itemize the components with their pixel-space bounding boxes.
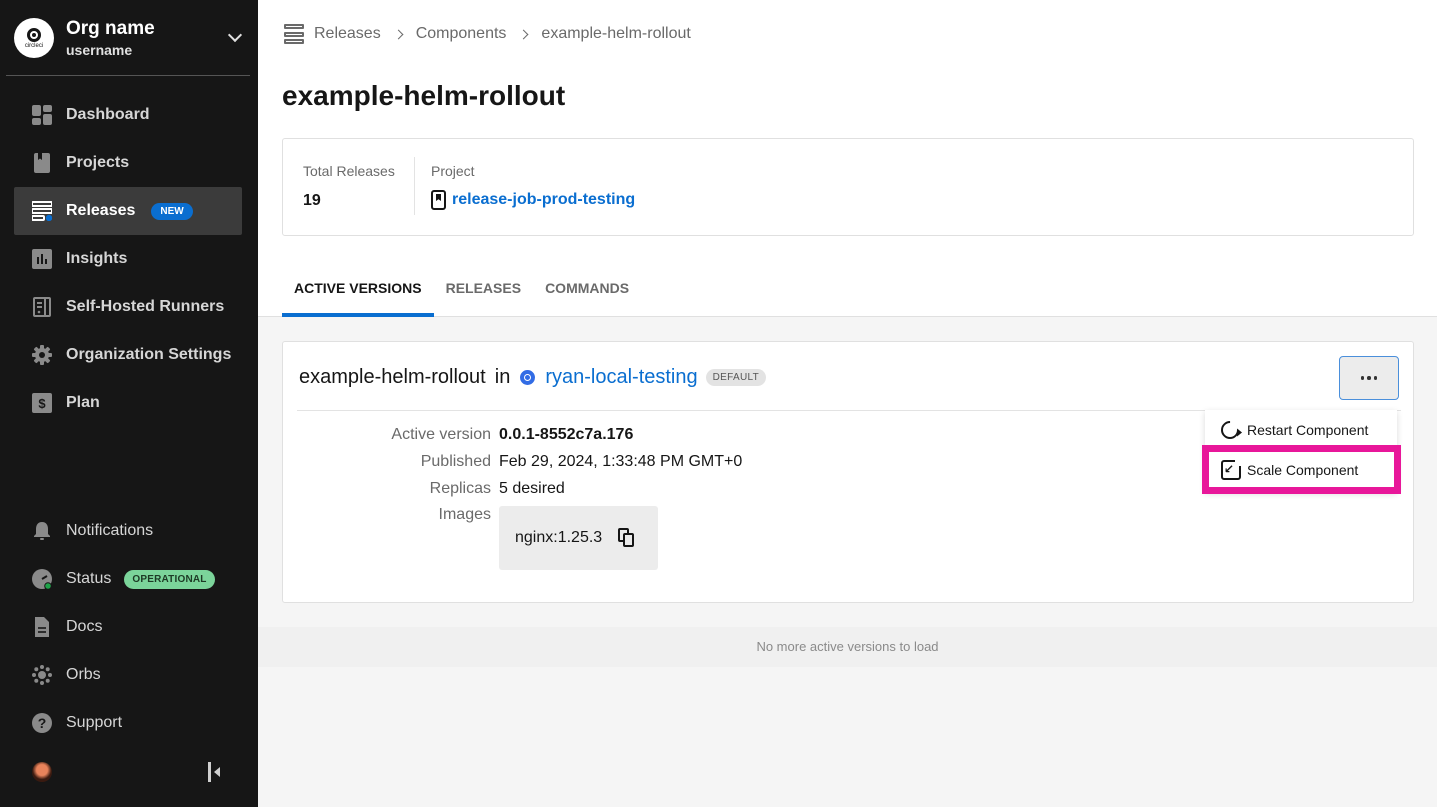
- restart-icon: [1217, 417, 1243, 443]
- runners-icon: [32, 297, 52, 317]
- sidebar-item-label: Docs: [66, 618, 103, 635]
- org-name: Org name: [66, 18, 155, 39]
- no-more-versions-message: No more active versions to load: [258, 627, 1437, 667]
- sidebar-item-orbs[interactable]: Orbs: [14, 651, 242, 699]
- sidebar-item-label: Orbs: [66, 666, 101, 683]
- sidebar-item-dashboard[interactable]: Dashboard: [14, 91, 242, 139]
- breadcrumb-current: example-helm-rollout: [541, 25, 691, 42]
- breadcrumb-releases[interactable]: Releases: [314, 25, 381, 43]
- project-name: release-job-prod-testing: [452, 191, 636, 208]
- dashboard-icon: [32, 105, 52, 125]
- sidebar-item-label: Self-Hosted Runners: [66, 298, 225, 315]
- component-actions-menu: Restart Component Scale Component: [1205, 410, 1397, 492]
- operational-badge: OPERATIONAL: [124, 569, 215, 589]
- sidebar-item-docs[interactable]: Docs: [14, 603, 242, 651]
- more-actions-button[interactable]: [1339, 356, 1399, 400]
- sidebar-item-plan[interactable]: $ Plan: [14, 379, 242, 427]
- bell-icon: [32, 521, 52, 541]
- kubernetes-icon: [520, 370, 536, 385]
- sidebar-item-label: Notifications: [66, 522, 154, 539]
- sidebar-item-label: Projects: [66, 154, 130, 171]
- sidebar-item-label: Insights: [66, 250, 128, 267]
- sidebar-item-label: Releases: [66, 202, 136, 219]
- sidebar-item-label: Dashboard: [66, 106, 150, 123]
- sidebar-item-organization-settings[interactable]: Organization Settings: [14, 331, 242, 379]
- sidebar-item-self-hosted-runners[interactable]: Self-Hosted Runners: [14, 283, 242, 331]
- component-summary: Total Releases 19 Project release-job-pr…: [282, 138, 1414, 236]
- breadcrumb: Releases Components example-helm-rollout: [284, 24, 691, 44]
- sidebar-item-insights[interactable]: Insights: [14, 235, 242, 283]
- page-header: Releases Components example-helm-rollout…: [258, 0, 1437, 317]
- detail-row-images: Images: [438, 506, 491, 523]
- replicas-value: 5 desired: [499, 480, 565, 497]
- project-link[interactable]: release-job-prod-testing: [431, 190, 635, 210]
- svg-text:$: $: [38, 396, 46, 411]
- insights-icon: [32, 249, 52, 269]
- sidebar: circleci Org name username Dashboard Pro…: [0, 0, 258, 807]
- sidebar-item-status[interactable]: Status OPERATIONAL: [14, 555, 242, 603]
- sidebar-item-releases[interactable]: Releases NEW: [14, 187, 242, 235]
- help-icon: ?: [32, 713, 52, 733]
- image-value: nginx:1.25.3: [515, 529, 603, 546]
- menu-item-scale-component[interactable]: Scale Component: [1205, 451, 1397, 489]
- projects-icon: [32, 153, 52, 173]
- tab-active-versions[interactable]: ACTIVE VERSIONS: [282, 268, 434, 317]
- circleci-logo: circleci: [14, 18, 54, 58]
- project-bookmark-icon: [431, 190, 446, 210]
- sidebar-item-support[interactable]: ? Support: [14, 699, 242, 747]
- detail-row-replicas: Replicas 5 desired: [429, 480, 565, 497]
- breadcrumb-components[interactable]: Components: [416, 25, 507, 43]
- total-releases-value: 19: [303, 192, 321, 209]
- image-chip: nginx:1.25.3: [499, 506, 658, 570]
- scale-icon: [1221, 458, 1243, 480]
- default-badge: DEFAULT: [705, 369, 766, 386]
- sidebar-item-notifications[interactable]: Notifications: [14, 507, 242, 555]
- detail-row-active-version: Active version 0.0.1-8552c7a.176: [391, 426, 634, 443]
- sidebar-item-projects[interactable]: Projects: [14, 139, 242, 187]
- dollar-icon: $: [32, 393, 52, 413]
- releases-icon: [284, 24, 304, 44]
- sidebar-item-label: Status: [66, 570, 112, 587]
- orbs-icon: [32, 665, 52, 685]
- tab-commands[interactable]: COMMANDS: [533, 268, 641, 317]
- project-label: Project: [431, 163, 475, 179]
- sidebar-divider: [6, 75, 250, 76]
- sidebar-item-label: Support: [66, 714, 123, 731]
- environment-link[interactable]: ryan-local-testing: [545, 366, 697, 389]
- document-icon: [32, 617, 52, 637]
- total-releases-label: Total Releases: [303, 163, 395, 179]
- active-version-value: 0.0.1-8552c7a.176: [499, 426, 634, 443]
- new-badge: NEW: [151, 202, 193, 220]
- tab-releases[interactable]: RELEASES: [434, 268, 533, 317]
- tabs: ACTIVE VERSIONS RELEASES COMMANDS: [282, 268, 641, 317]
- sidebar-item-label: Plan: [66, 394, 100, 411]
- status-gauge-icon: [32, 569, 52, 589]
- user-avatar[interactable]: [32, 762, 52, 782]
- sidebar-item-label: Organization Settings: [66, 346, 232, 363]
- chevron-right-icon: [518, 29, 529, 39]
- releases-icon: [32, 201, 52, 221]
- more-dots-icon: [1360, 376, 1365, 380]
- detail-row-published: Published Feb 29, 2024, 1:33:48 PM GMT+0: [420, 453, 743, 470]
- component-name: example-helm-rollout: [299, 366, 486, 388]
- in-label: in: [494, 366, 511, 388]
- collapse-sidebar-icon[interactable]: [208, 762, 222, 782]
- copy-icon[interactable]: [618, 528, 635, 548]
- menu-item-restart-component[interactable]: Restart Component: [1205, 411, 1397, 449]
- summary-divider: [414, 157, 415, 215]
- chevron-down-icon[interactable]: [227, 27, 243, 43]
- page-title: example-helm-rollout: [282, 80, 566, 111]
- username: username: [66, 42, 133, 58]
- chevron-right-icon: [393, 29, 404, 39]
- org-switcher[interactable]: circleci Org name username: [14, 14, 250, 62]
- main-content: Releases Components example-helm-rollout…: [258, 0, 1437, 807]
- gear-icon: [32, 345, 52, 365]
- svg-text:?: ?: [38, 715, 47, 731]
- published-value: Feb 29, 2024, 1:33:48 PM GMT+0: [499, 453, 743, 470]
